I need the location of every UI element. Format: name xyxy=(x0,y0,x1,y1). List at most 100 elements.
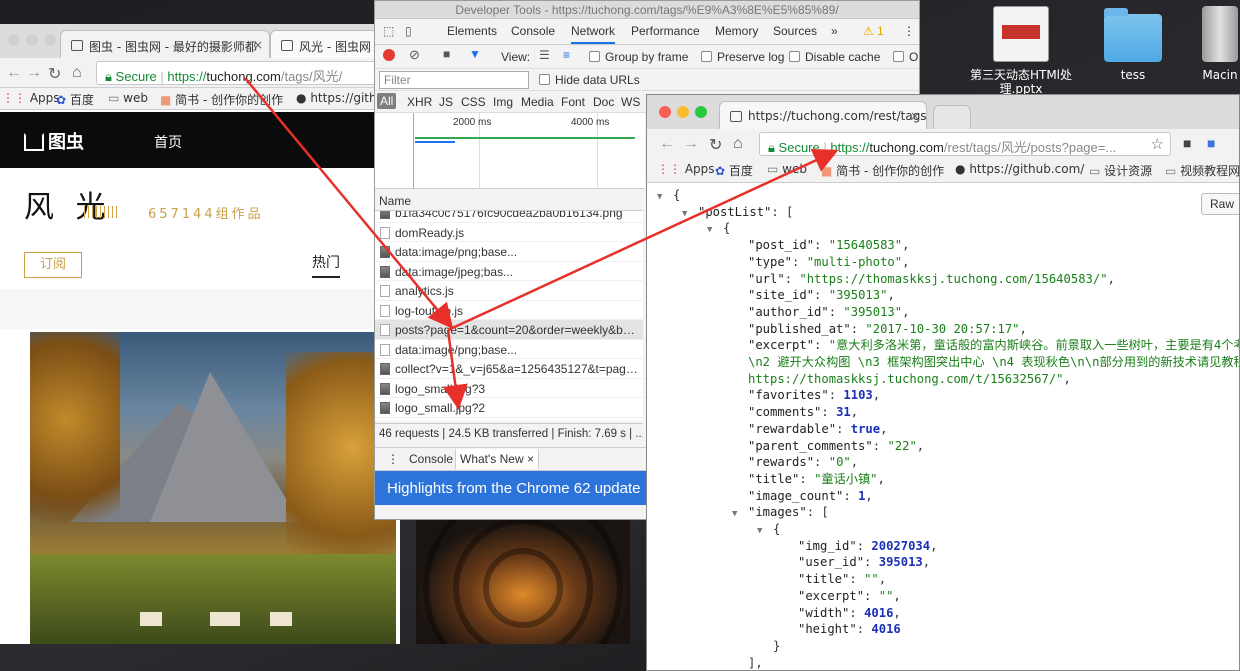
nav-home-link[interactable]: 首页 xyxy=(154,132,182,152)
offline-checkbox[interactable]: O xyxy=(893,50,918,64)
tab-sources[interactable]: Sources xyxy=(773,24,817,38)
drawer-tab-console[interactable]: Console xyxy=(409,452,453,466)
drawer-menu-icon[interactable]: ⋮ xyxy=(387,452,399,466)
subscribe-button[interactable]: 订阅 xyxy=(24,252,82,278)
tab-elements[interactable]: Elements xyxy=(447,24,497,38)
bookmark-jianshu[interactable]: ■ 简书 - 创作你的创作 xyxy=(821,162,944,179)
back-arrow-icon[interactable]: ← xyxy=(659,135,675,153)
address-bar[interactable]: 🔒︎ Secure | https://tuchong.com/rest/tag… xyxy=(759,132,1171,156)
more-options-icon[interactable]: ⋮ xyxy=(903,24,915,38)
bookmark-apps[interactable]: ⋮⋮ Apps xyxy=(2,91,60,105)
request-row[interactable]: posts?page=1&count=20&order=weekly&befor… xyxy=(375,320,643,340)
bookmark-apps[interactable]: ⋮⋮ Apps xyxy=(657,162,715,176)
large-rows-icon[interactable]: ☰ xyxy=(539,48,550,62)
network-overview-timeline[interactable]: 2000 ms 4000 ms xyxy=(375,113,645,189)
desktop-icon-pptx[interactable]: 第三天动态HTMl处理.pptx xyxy=(966,6,1076,96)
back-arrow-icon[interactable]: ← xyxy=(6,64,22,82)
type-filter-xhr[interactable]: XHR xyxy=(407,95,432,109)
zoom-window-button[interactable] xyxy=(44,34,56,46)
zoom-window-button[interactable] xyxy=(695,106,707,118)
collapse-triangle-icon[interactable]: ▼ xyxy=(657,189,662,206)
bookmark-design[interactable]: ▭ 设计资源 xyxy=(1089,162,1152,179)
home-icon[interactable]: ⌂ xyxy=(733,135,743,153)
bookmark-star-icon[interactable]: ☆ xyxy=(1151,135,1164,153)
reload-icon[interactable]: ↻ xyxy=(48,64,61,84)
raw-toggle-button[interactable]: Raw xyxy=(1201,193,1239,215)
type-filter-ws[interactable]: WS xyxy=(621,95,640,109)
type-filter-media[interactable]: Media xyxy=(521,95,554,109)
tab-console[interactable]: Console xyxy=(511,24,555,38)
filter-funnel-icon[interactable]: ▼ xyxy=(469,47,481,61)
hide-data-urls-checkbox[interactable]: Hide data URLs xyxy=(539,73,640,87)
request-row[interactable]: collect?v=1&_v=j65&a=1256435127&t=pagevi… xyxy=(375,359,643,379)
collapse-triangle-icon[interactable]: ▼ xyxy=(757,523,762,540)
screenshot-camera-icon[interactable]: ■ xyxy=(443,47,450,61)
drawer-tab-whats-new[interactable]: What's New × xyxy=(455,449,539,469)
clear-icon[interactable]: ⊘ xyxy=(409,47,420,63)
type-filter-img[interactable]: Img xyxy=(493,95,513,109)
bookmark-github[interactable]: ● https://gith xyxy=(296,91,377,105)
request-row[interactable]: data:image/jpeg;bas... xyxy=(375,262,643,281)
type-filter-doc[interactable]: Doc xyxy=(593,95,614,109)
request-row[interactable]: logo_small.jpg?2 xyxy=(375,398,643,418)
inspect-element-icon[interactable]: ⬚ xyxy=(383,24,394,38)
address-bar[interactable]: 🔒︎ Secure | https://tuchong.com/tags/风光/ xyxy=(96,61,396,85)
type-filter-css[interactable]: CSS xyxy=(461,95,486,109)
bookmark-baidu[interactable]: ✿ 百度 xyxy=(56,91,94,108)
tunnel-photo[interactable] xyxy=(416,520,630,644)
tab-performance[interactable]: Performance xyxy=(631,24,700,38)
bookmark-jianshu[interactable]: ■ 简书 - 创作你的创作 xyxy=(160,91,283,108)
minimize-window-button[interactable] xyxy=(26,34,38,46)
close-tab-icon[interactable]: × xyxy=(253,38,263,52)
close-window-button[interactable] xyxy=(8,34,20,46)
site-logo[interactable]: 图虫 xyxy=(24,128,84,154)
waterfall-overview-icon[interactable]: ≡ xyxy=(563,48,570,62)
tab-memory[interactable]: Memory xyxy=(715,24,758,38)
bookmark-github[interactable]: ● https://github.com/ xyxy=(955,162,1084,176)
forward-arrow-icon[interactable]: → xyxy=(26,64,42,82)
collapse-triangle-icon[interactable]: ▼ xyxy=(682,206,687,223)
close-window-button[interactable] xyxy=(659,106,671,118)
request-row[interactable]: log-toutiao.js xyxy=(375,301,643,320)
type-filter-js[interactable]: JS xyxy=(439,95,453,109)
tab-rest-api[interactable]: https://tuchong.com/rest/tags × xyxy=(719,101,927,131)
column-header-name[interactable]: Name xyxy=(375,189,643,211)
reload-icon[interactable]: ↻ xyxy=(709,135,722,155)
record-icon[interactable] xyxy=(383,49,395,61)
bookmark-video[interactable]: ▭ 视频教程网 xyxy=(1165,162,1239,179)
forward-arrow-icon[interactable]: → xyxy=(683,135,699,153)
request-row[interactable]: data:image/png;base... xyxy=(375,242,643,262)
filter-input[interactable]: Filter xyxy=(379,71,529,89)
preserve-log-checkbox[interactable]: Preserve log xyxy=(701,50,784,64)
extension-evernote-icon[interactable]: ■ xyxy=(1183,135,1191,151)
collapse-triangle-icon[interactable]: ▼ xyxy=(707,222,712,239)
type-filter-font[interactable]: Font xyxy=(561,95,585,109)
request-row[interactable]: b1fa34c0c75176fc90cdea2ba0b16134.png xyxy=(375,211,643,223)
more-tabs-icon[interactable]: » xyxy=(831,24,838,38)
landscape-photo[interactable] xyxy=(30,332,396,644)
tab-tuchong-home[interactable]: 图虫 - 图虫网 - 最好的摄影师都 × xyxy=(60,30,270,60)
minimize-window-button[interactable] xyxy=(677,106,689,118)
request-row[interactable]: analytics.js xyxy=(375,281,643,301)
desktop-icon-tess[interactable]: tess xyxy=(1078,6,1188,82)
device-toolbar-icon[interactable]: ▯ xyxy=(405,24,412,38)
request-row[interactable]: domReady.js xyxy=(375,223,643,242)
desktop-icon-drive[interactable]: Macin xyxy=(1180,6,1240,82)
type-filter-all[interactable]: All xyxy=(377,93,397,109)
close-icon[interactable]: × xyxy=(527,452,534,466)
collapse-triangle-icon[interactable]: ▼ xyxy=(732,506,737,523)
close-tab-icon[interactable]: × xyxy=(910,109,920,123)
bookmark-web[interactable]: ▭ web xyxy=(108,91,148,105)
home-icon[interactable]: ⌂ xyxy=(72,64,82,82)
extension-translate-icon[interactable]: ■ xyxy=(1207,135,1215,151)
disable-cache-checkbox[interactable]: Disable cache xyxy=(789,50,880,64)
tab-network[interactable]: Network xyxy=(571,24,616,44)
request-row[interactable]: logo_small.jpg?3 xyxy=(375,379,643,398)
group-by-frame-checkbox[interactable]: Group by frame xyxy=(589,50,688,64)
warning-icon[interactable]: ⚠ xyxy=(863,24,874,38)
request-row[interactable]: data:image/png;base... xyxy=(375,340,643,359)
bookmark-web[interactable]: ▭ web xyxy=(767,162,807,176)
tab-hot[interactable]: 热门 xyxy=(312,252,340,278)
new-tab-button[interactable] xyxy=(933,105,971,129)
bookmark-baidu[interactable]: ✿ 百度 xyxy=(715,162,753,179)
